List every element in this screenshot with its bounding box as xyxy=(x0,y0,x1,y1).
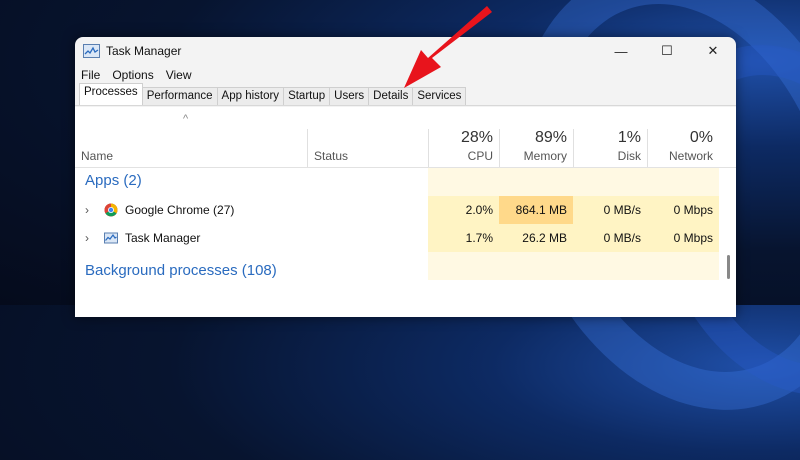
red-arrow-annotation xyxy=(404,6,492,88)
